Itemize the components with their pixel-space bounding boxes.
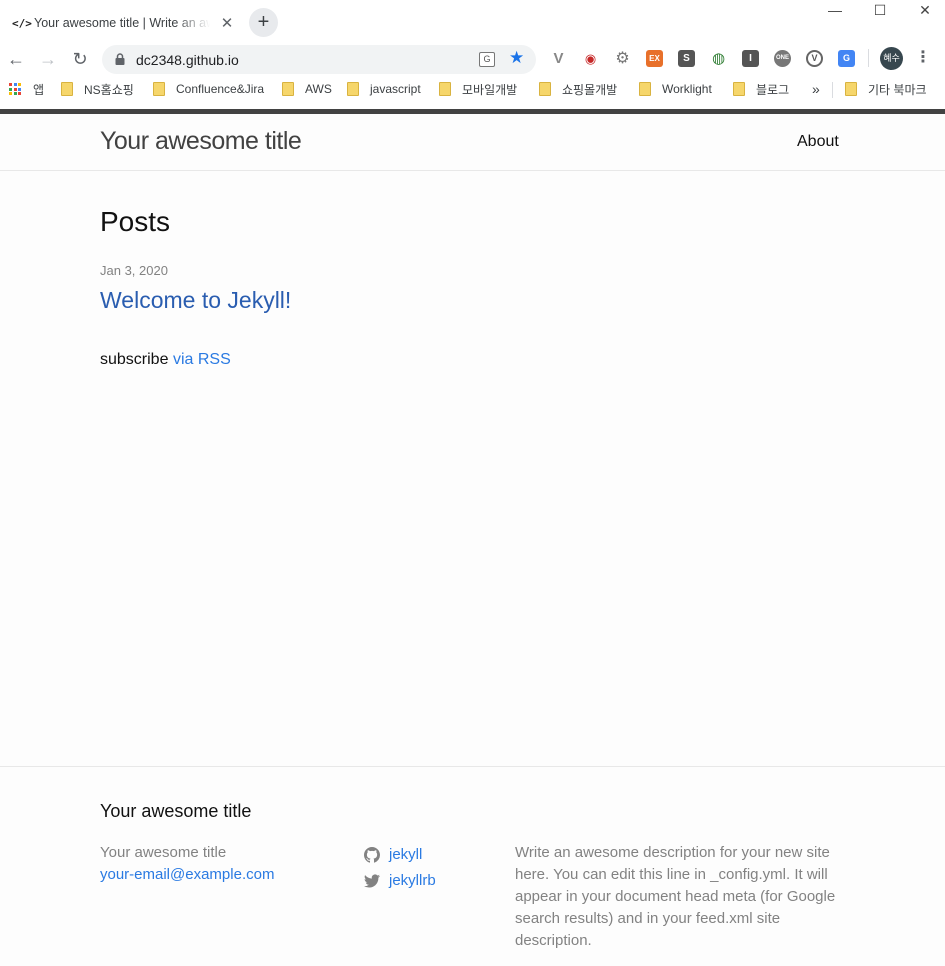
vue-devtools-icon[interactable]: V: [550, 50, 567, 67]
rss-link[interactable]: via RSS: [173, 351, 231, 368]
twitter-row: jekyllrb: [364, 868, 436, 894]
menu-kebab-icon[interactable]: ⋮: [915, 47, 931, 69]
bookmark-label: 모바일개발: [462, 82, 518, 97]
bookmark-label: AWS: [305, 82, 332, 96]
bookmark-label: NS홈쇼핑: [84, 82, 134, 97]
one-icon[interactable]: ONE: [774, 50, 791, 67]
bookmark-label: javascript: [370, 82, 421, 96]
close-tab-icon[interactable]: ✕: [218, 14, 236, 32]
browser-tab[interactable]: </> Your awesome title | Write an awesom…: [0, 6, 240, 40]
folder-icon: [733, 82, 745, 96]
folder-icon: [639, 82, 651, 96]
v-icon[interactable]: V: [806, 50, 823, 67]
bookmark-label: Worklight: [662, 82, 712, 96]
bookmark-other-folder[interactable]: 기타 북마크: [845, 78, 927, 100]
bookmark-folder[interactable]: AWS: [282, 78, 332, 100]
page-heading: Posts: [100, 206, 171, 237]
back-icon[interactable]: ←: [3, 47, 29, 73]
bookmark-folder[interactable]: javascript: [347, 78, 421, 100]
bookmark-label: Confluence&Jira: [176, 82, 265, 96]
bookmark-folder[interactable]: 쇼핑몰개발: [539, 78, 617, 100]
footer-name: Your awesome title: [100, 844, 227, 861]
translate-page-icon[interactable]: G: [479, 52, 495, 67]
bookmark-folder[interactable]: 모바일개발: [439, 78, 517, 100]
maximize-icon[interactable]: ☐: [858, 0, 902, 22]
rss-subscribe: subscribe via RSS: [100, 351, 231, 369]
bookmarks-overflow-button[interactable]: »: [812, 78, 820, 100]
tab-bar: </> Your awesome title | Write an awesom…: [0, 0, 945, 44]
github-icon: [364, 847, 380, 863]
bookmark-apps[interactable]: 앱: [9, 78, 44, 100]
profile-avatar[interactable]: 혜수: [880, 47, 903, 70]
nav-about-link[interactable]: About: [797, 133, 839, 151]
site-header: Your awesome title About: [0, 114, 945, 171]
address-bar[interactable]: dc2348.github.io G ★: [102, 45, 536, 74]
forward-icon[interactable]: →: [35, 47, 61, 73]
footer-contact: Your awesome title your-email@example.co…: [100, 842, 274, 886]
bookmark-folder[interactable]: Worklight: [639, 78, 712, 100]
bookmark-label: 쇼핑몰개발: [562, 82, 618, 97]
s-icon[interactable]: S: [678, 50, 695, 67]
reload-icon[interactable]: ↻: [67, 47, 93, 73]
bookmark-star-icon[interactable]: ★: [509, 48, 524, 68]
bookmarks-bar: 앱 NS홈쇼핑 Confluence&Jira AWS javascript 모…: [0, 78, 945, 102]
bookmark-folder[interactable]: Confluence&Jira: [153, 78, 264, 100]
rss-prefix: subscribe: [100, 351, 169, 368]
code-favicon-icon: </>: [12, 16, 32, 30]
folder-icon: [439, 82, 451, 96]
folder-icon: [845, 82, 857, 96]
footer-description: Write an awesome description for your ne…: [515, 844, 836, 949]
apps-grid-icon: [9, 83, 21, 95]
github-link[interactable]: jekyll: [389, 842, 422, 868]
bookmark-label: 앱: [33, 82, 45, 97]
google-translate-icon[interactable]: G: [838, 50, 855, 67]
bookmark-folder[interactable]: NS홈쇼핑: [61, 78, 134, 100]
folder-icon: [153, 82, 165, 96]
url-text: dc2348.github.io: [136, 52, 239, 68]
bookmarks-divider: [832, 82, 833, 98]
folder-icon: [61, 82, 73, 96]
folder-icon: [282, 82, 294, 96]
new-tab-button[interactable]: +: [249, 8, 278, 37]
footer-email-link[interactable]: your-email@example.com: [100, 864, 274, 886]
close-window-icon[interactable]: ✕: [903, 0, 945, 22]
site-title-link[interactable]: Your awesome title: [100, 127, 302, 156]
toolbar: ← → ↻ dc2348.github.io G ★: [0, 44, 945, 74]
site-footer: Your awesome title Your awesome title yo…: [0, 766, 945, 966]
settings-gear-icon[interactable]: ⚙: [614, 50, 631, 67]
lock-icon: [115, 53, 125, 65]
privacy-badger-icon[interactable]: ◉: [582, 50, 599, 67]
bookmark-label: 블로그: [756, 82, 790, 97]
footer-heading: Your awesome title: [100, 801, 252, 821]
post-date: Jan 3, 2020: [100, 263, 168, 278]
ex-icon[interactable]: EX: [646, 50, 663, 67]
i-icon[interactable]: I: [742, 50, 759, 67]
post-title-link[interactable]: Welcome to Jekyll!: [100, 287, 291, 314]
twitter-link[interactable]: jekyllrb: [389, 868, 436, 894]
toolbar-divider: [868, 49, 869, 67]
footer-social: jekyll jekyllrb: [364, 842, 436, 894]
minimize-icon[interactable]: —: [813, 0, 857, 22]
browser-chrome: </> Your awesome title | Write an awesom…: [0, 0, 945, 109]
bookmark-label: 기타 북마크: [868, 82, 927, 97]
folder-icon: [539, 82, 551, 96]
tab-title: Your awesome title | Write an awesome de…: [34, 16, 210, 30]
twitter-icon: [364, 874, 380, 888]
globe-icon[interactable]: ◍: [710, 50, 727, 67]
bookmark-folder[interactable]: 블로그: [733, 78, 789, 100]
github-row: jekyll: [364, 842, 436, 868]
folder-icon: [347, 82, 359, 96]
